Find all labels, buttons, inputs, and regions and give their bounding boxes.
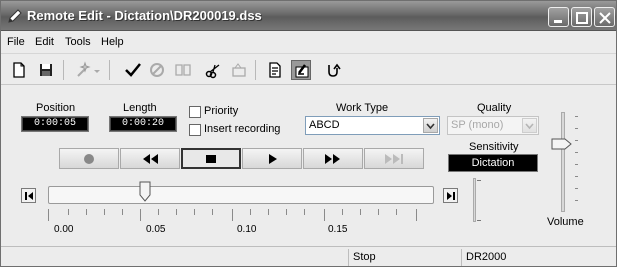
- volume-label: Volume: [547, 216, 584, 228]
- menu-tools[interactable]: Tools: [65, 36, 91, 48]
- ruler-label: 0.00: [54, 224, 74, 235]
- toolbar: [1, 53, 616, 85]
- stop-button[interactable]: [181, 148, 241, 169]
- minimize-button[interactable]: [548, 7, 569, 27]
- menu-edit[interactable]: Edit: [35, 36, 54, 48]
- position-display: 0:00:05: [21, 116, 89, 132]
- insert-recording-label: Insert recording: [204, 123, 281, 135]
- minimize-icon: [554, 20, 562, 23]
- wand-icon: [73, 60, 93, 80]
- cancel-icon: [147, 60, 167, 80]
- work-type-select[interactable]: ABCD: [305, 116, 440, 135]
- go-to-end-button[interactable]: [443, 188, 458, 203]
- quality-value: SP (mono): [451, 119, 504, 131]
- ruler-label: 0.10: [237, 224, 257, 235]
- undo-icon[interactable]: [323, 60, 343, 80]
- book-icon: [173, 60, 193, 80]
- work-type-value: ABCD: [309, 119, 340, 131]
- scissors-icon[interactable]: [203, 60, 223, 80]
- close-icon: [599, 12, 611, 24]
- length-label: Length: [123, 102, 157, 114]
- chevron-down-icon: [522, 118, 537, 133]
- work-type-label: Work Type: [336, 102, 389, 114]
- position-slider-thumb[interactable]: [138, 181, 152, 206]
- remote-edit-window: Remote Edit - Dictation\DR200019.dss Fil…: [0, 0, 617, 267]
- menu-bar: File Edit Tools Help: [1, 32, 616, 52]
- maximize-button[interactable]: [571, 7, 592, 27]
- sensitivity-display: Dictation: [448, 154, 538, 172]
- volume-slider-thumb[interactable]: [551, 137, 573, 154]
- status-state: Stop: [348, 249, 461, 266]
- record-button[interactable]: [59, 148, 119, 169]
- status-device: DR2000: [461, 249, 616, 266]
- ruler-label: 0.05: [146, 224, 166, 235]
- length-display: 0:00:20: [109, 116, 177, 132]
- close-button[interactable]: [594, 7, 615, 27]
- skip-start-icon: [25, 192, 33, 200]
- go-to-start-button[interactable]: [21, 188, 36, 203]
- rewind-button[interactable]: [120, 148, 180, 169]
- pencil-icon: [7, 8, 23, 24]
- volume-slider-track[interactable]: [561, 112, 565, 212]
- dropdown-arrow-icon: [93, 60, 101, 80]
- fast-forward-icon: [325, 153, 340, 164]
- time-ruler: 0.00 0.05 0.10 0.15: [48, 209, 434, 237]
- paste-icon: [229, 60, 249, 80]
- skip-end-icon: [447, 192, 455, 200]
- rewind-icon: [143, 153, 158, 164]
- editor-panel: Position 0:00:05 Length 0:00:20 Priority…: [1, 86, 616, 246]
- sensitivity-slider[interactable]: [473, 178, 476, 222]
- save-icon[interactable]: [36, 60, 56, 80]
- title-bar: Remote Edit - Dictation\DR200019.dss: [1, 1, 616, 31]
- priority-label: Priority: [204, 105, 239, 117]
- skip-end-button: [364, 148, 424, 169]
- chevron-down-icon[interactable]: [423, 118, 438, 133]
- status-message: [1, 249, 348, 266]
- menu-file[interactable]: File: [7, 36, 25, 48]
- ruler-label: 0.15: [328, 224, 348, 235]
- settings-icon[interactable]: [291, 60, 311, 80]
- checkmark-icon[interactable]: [123, 60, 143, 80]
- skip-end-icon: [385, 153, 403, 164]
- position-label: Position: [36, 102, 76, 114]
- maximize-icon: [576, 12, 588, 24]
- menu-help[interactable]: Help: [101, 36, 124, 48]
- play-icon: [269, 153, 277, 164]
- quality-select: SP (mono): [447, 116, 539, 135]
- window-title: Remote Edit - Dictation\DR200019.dss: [27, 8, 262, 23]
- fast-forward-button[interactable]: [303, 148, 363, 169]
- new-document-icon[interactable]: [9, 60, 29, 80]
- play-button[interactable]: [242, 148, 302, 169]
- position-slider-track[interactable]: [48, 186, 434, 204]
- sensitivity-label: Sensitivity: [469, 141, 519, 153]
- properties-icon[interactable]: [265, 60, 285, 80]
- quality-label: Quality: [477, 102, 512, 114]
- priority-checkbox[interactable]: [189, 106, 201, 118]
- insert-recording-checkbox[interactable]: [189, 124, 201, 136]
- record-icon: [84, 153, 94, 164]
- stop-icon: [206, 154, 216, 163]
- status-bar: Stop DR2000: [1, 246, 616, 266]
